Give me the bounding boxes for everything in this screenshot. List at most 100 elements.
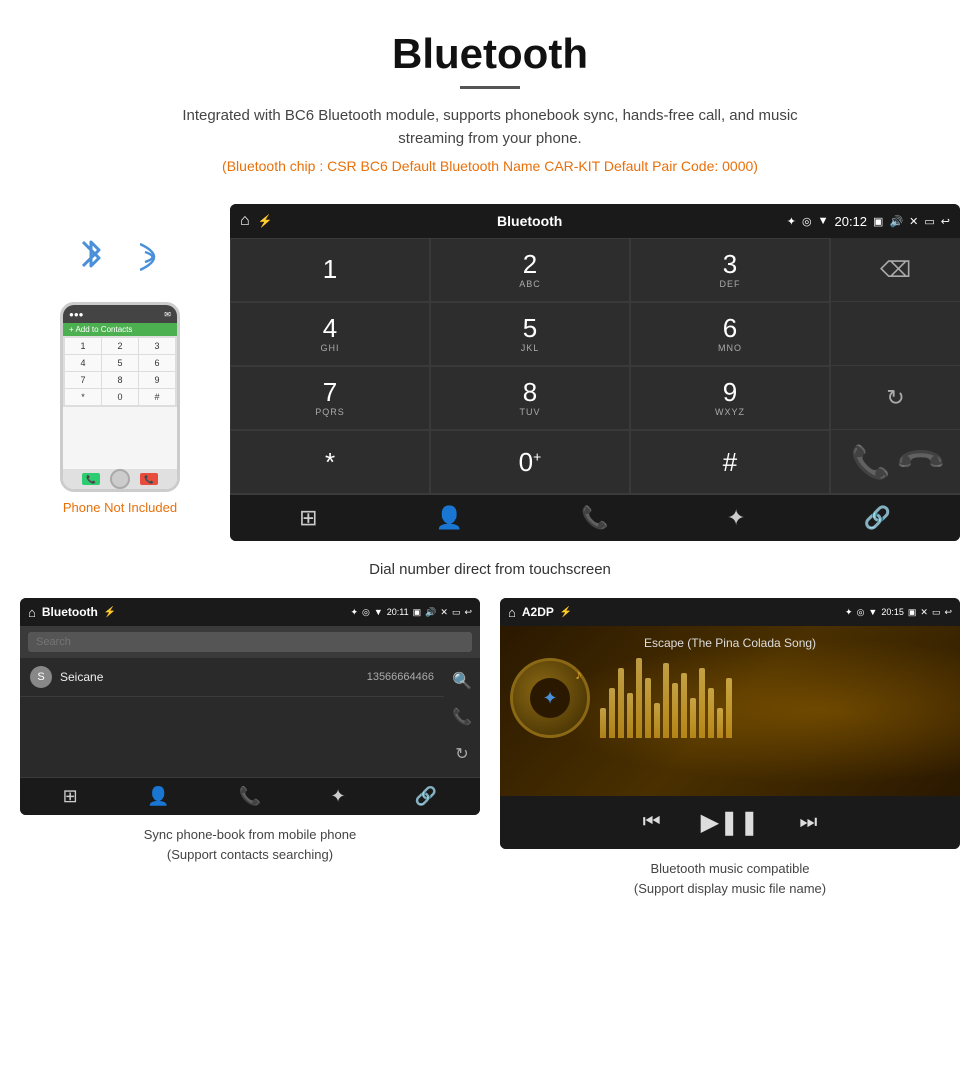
dial-key-2[interactable]: 2 ABC	[430, 238, 630, 302]
car-status-left: ⌂ ⚡	[240, 212, 273, 230]
pb-close-icon[interactable]: ✕	[440, 607, 448, 618]
dial-key-hash[interactable]: #	[630, 430, 830, 494]
dial-key-star[interactable]: *	[230, 430, 430, 494]
pb-contacts-icon[interactable]: 👤	[147, 786, 169, 807]
pb-list-area: S Seicane 13566664466	[20, 658, 444, 777]
music-item: ⌂ A2DP ⚡ ✦ ◎ ▼ 20:15 ▣ ✕ ▭ ↩ Escap	[500, 598, 960, 898]
pb-bluetooth-icon[interactable]: ✦	[330, 786, 345, 807]
dial-key-3[interactable]: 3 DEF	[630, 238, 830, 302]
music-back-icon[interactable]: ↩	[944, 607, 952, 618]
music-screen: ⌂ A2DP ⚡ ✦ ◎ ▼ 20:15 ▣ ✕ ▭ ↩ Escap	[500, 598, 960, 849]
pb-phone-icon[interactable]: 📞	[239, 786, 261, 807]
prev-track-icon[interactable]: ⏮	[643, 811, 661, 834]
pb-content-area: S Seicane 13566664466 🔍 📞 ↻	[20, 658, 480, 777]
contact-avatar: S	[30, 666, 52, 688]
pb-contact-row[interactable]: S Seicane 13566664466	[20, 658, 444, 697]
music-status-bar: ⌂ A2DP ⚡ ✦ ◎ ▼ 20:15 ▣ ✕ ▭ ↩	[500, 598, 960, 626]
phone-key-0: 0	[102, 389, 138, 405]
viz-bar	[681, 673, 687, 738]
bluetooth-icon[interactable]: ✦	[727, 505, 745, 531]
music-visualizer	[590, 658, 950, 738]
next-track-icon[interactable]: ⏭	[799, 811, 817, 834]
dial-key-9[interactable]: 9 WXYZ	[630, 366, 830, 430]
window-icon[interactable]: ▭	[924, 215, 934, 228]
dial-key-7[interactable]: 7 PQRS	[230, 366, 430, 430]
phone-screen: + Add to Contacts 1 2 3 4 5 6 7 8 9 * 0 …	[63, 323, 177, 489]
phone-section: ●●● ✉ + Add to Contacts 1 2 3 4 5 6 7 8 …	[20, 204, 220, 515]
phonebook-caption: Sync phone-book from mobile phone(Suppor…	[144, 825, 356, 864]
dial-key-5[interactable]: 5 JKL	[430, 302, 630, 366]
page-title: Bluetooth	[20, 30, 960, 78]
contacts-icon[interactable]: 👤	[436, 505, 463, 531]
pb-usb-icon: ⚡	[104, 607, 116, 618]
pb-back-icon[interactable]: ↩	[464, 607, 472, 618]
music-album-art: ✦ ♪	[510, 658, 590, 738]
pb-volume-icon[interactable]: 🔊	[425, 607, 436, 618]
home-icon[interactable]: ⌂	[240, 212, 250, 230]
car-status-right: ✦ ◎ ▼ 20:12 ▣ 🔊 ✕ ▭ ↩	[787, 214, 950, 229]
pb-link-icon[interactable]: 🔗	[415, 786, 437, 807]
dialpad-grid: 1 2 ABC 3 DEF 4 GHI 5 JKL	[230, 238, 830, 494]
pb-home-icon[interactable]: ⌂	[28, 605, 36, 620]
pb-window-icon[interactable]: ▭	[452, 607, 461, 618]
pb-empty-space	[20, 697, 444, 777]
link-icon[interactable]: 🔗	[863, 505, 890, 531]
dialpad-caption: Dial number direct from touchscreen	[0, 561, 980, 578]
apps-icon[interactable]: ⊞	[299, 505, 317, 531]
dial-key-0[interactable]: 0+	[430, 430, 630, 494]
phone-time: ✉	[164, 310, 171, 319]
music-close-icon[interactable]: ✕	[920, 607, 928, 618]
bottom-row: ⌂ Bluetooth ⚡ ✦ ◎ ▼ 20:11 ▣ 🔊 ✕ ▭ ↩	[0, 598, 980, 918]
dial-key-8[interactable]: 8 TUV	[430, 366, 630, 430]
reload-button[interactable]: ↻	[831, 366, 960, 430]
phone-green-bar: + Add to Contacts	[63, 323, 177, 336]
pb-apps-icon[interactable]: ⊞	[63, 786, 78, 807]
pb-status-bar: ⌂ Bluetooth ⚡ ✦ ◎ ▼ 20:11 ▣ 🔊 ✕ ▭ ↩	[20, 598, 480, 626]
dial-key-1[interactable]: 1	[230, 238, 430, 302]
call-buttons: 📞 📞	[831, 430, 960, 494]
phonebook-screen: ⌂ Bluetooth ⚡ ✦ ◎ ▼ 20:11 ▣ 🔊 ✕ ▭ ↩	[20, 598, 480, 815]
viz-bar	[645, 678, 651, 738]
music-window-icon[interactable]: ▭	[932, 607, 941, 618]
dial-key-4[interactable]: 4 GHI	[230, 302, 430, 366]
pb-search-input[interactable]	[28, 632, 472, 652]
pb-camera-icon[interactable]: ▣	[413, 607, 422, 618]
phone-call-button[interactable]: 📞	[82, 473, 100, 485]
bluetooth-status-icon: ✦	[787, 215, 796, 228]
viz-bar	[726, 678, 732, 738]
phone-signal: ●●●	[69, 310, 84, 319]
viz-bar	[717, 708, 723, 738]
reload-icon: ↻	[886, 385, 904, 411]
phone-end-button[interactable]: 📞	[140, 473, 158, 485]
dial-key-6[interactable]: 6 MNO	[630, 302, 830, 366]
back-icon[interactable]: ↩	[941, 215, 950, 228]
dialpad-area: 1 2 ABC 3 DEF 4 GHI 5 JKL	[230, 238, 960, 494]
reload-side-icon[interactable]: ↻	[455, 744, 468, 764]
search-side-icon[interactable]: 🔍	[452, 671, 472, 691]
phone-icon[interactable]: 📞	[581, 505, 608, 531]
location-icon: ◎	[802, 215, 812, 228]
pb-title: Bluetooth	[42, 605, 98, 619]
page-description: Integrated with BC6 Bluetooth module, su…	[150, 105, 830, 150]
music-content: Escape (The Pina Colada Song) ✦ ♪	[500, 626, 960, 796]
car-screen-title: Bluetooth	[497, 213, 562, 229]
pb-bottom-bar: ⊞ 👤 📞 ✦ 🔗	[20, 777, 480, 815]
dialpad-right: ⌫ ↻ 📞 📞	[830, 238, 960, 494]
music-home-icon[interactable]: ⌂	[508, 605, 516, 620]
call-button[interactable]: 📞	[851, 443, 891, 481]
close-icon[interactable]: ✕	[909, 215, 918, 228]
phone-side-icon[interactable]: 📞	[452, 707, 472, 727]
music-caption: Bluetooth music compatible(Support displ…	[634, 859, 826, 898]
volume-icon[interactable]: 🔊	[889, 215, 903, 228]
music-bt-icon: ✦	[845, 607, 853, 618]
music-wifi-icon: ▼	[868, 607, 877, 617]
music-camera-icon[interactable]: ▣	[908, 607, 917, 618]
play-pause-icon[interactable]: ▶❚❚	[701, 808, 760, 837]
end-call-button[interactable]: 📞	[893, 434, 948, 489]
backspace-button[interactable]: ⌫	[831, 238, 960, 302]
camera-icon[interactable]: ▣	[873, 215, 883, 228]
phone-key-6: 6	[139, 355, 175, 371]
music-status-right: ✦ ◎ ▼ 20:15 ▣ ✕ ▭ ↩	[845, 607, 952, 618]
backspace-icon: ⌫	[880, 257, 911, 283]
phone-home-button[interactable]	[110, 469, 130, 489]
